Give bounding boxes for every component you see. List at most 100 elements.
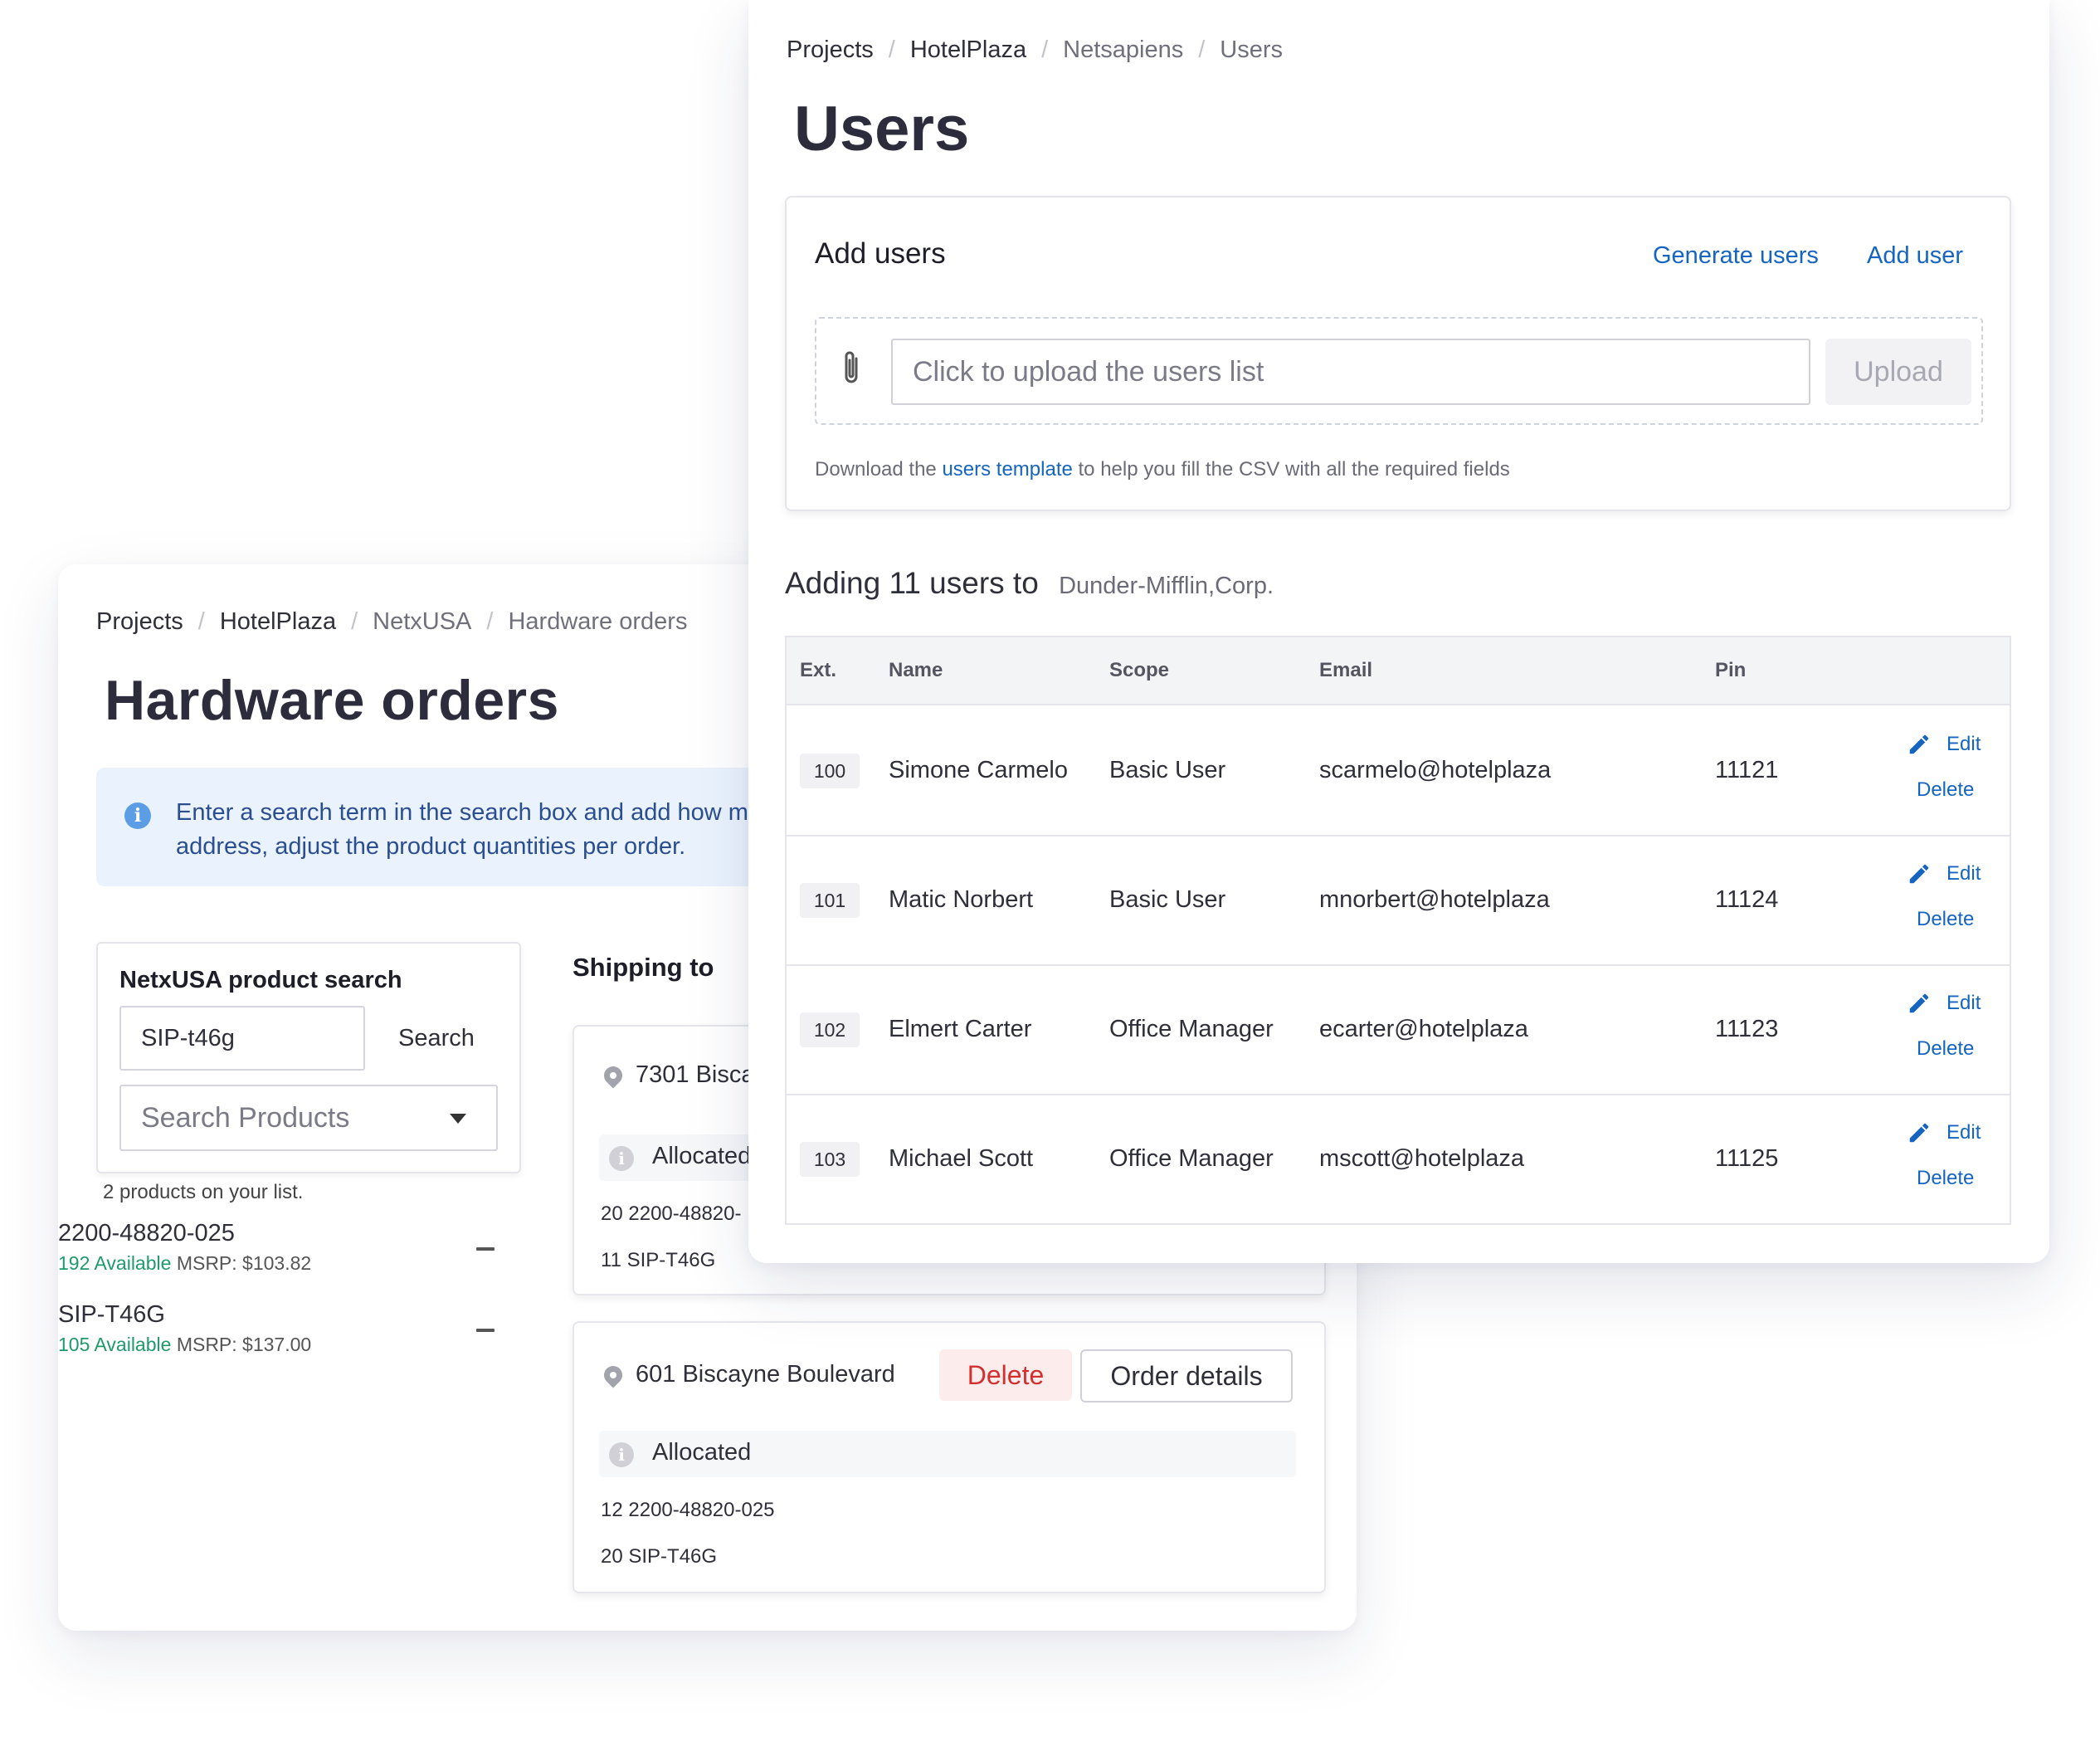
item-sku: 2200-48820-: [628, 1202, 742, 1225]
user-scope: Basic User: [1109, 886, 1226, 913]
edit-label: Edit: [1947, 1121, 1981, 1144]
breadcrumb-netxusa[interactable]: NetxUSA: [373, 608, 471, 636]
shipment-line-item: 20 SIP-T46G: [601, 1545, 717, 1568]
shipment-address: 601 Biscayne Boulevard: [636, 1361, 895, 1388]
item-sku: SIP-T46G: [628, 1545, 718, 1568]
availability: 192 Available: [58, 1252, 172, 1274]
upload-users-input[interactable]: Click to upload the users list: [891, 339, 1810, 405]
breadcrumb-separator: /: [1198, 37, 1206, 63]
breadcrumb: Projects / HotelPlaza / NetxUSA / Hardwa…: [96, 608, 687, 636]
item-sku: SIP-T46G: [626, 1249, 716, 1271]
item-qty: 11: [601, 1249, 621, 1271]
ext-badge: 100: [800, 754, 860, 788]
info-icon: i: [609, 1146, 634, 1171]
ext-badge: 102: [800, 1012, 860, 1047]
breadcrumb-users: Users: [1220, 37, 1284, 63]
user-name: Elmert Carter: [889, 1016, 1032, 1042]
column-scope: Scope: [1109, 659, 1170, 681]
breadcrumb-hotelplaza[interactable]: HotelPlaza: [910, 37, 1026, 64]
user-name: Matic Norbert: [889, 886, 1034, 913]
product-search-input[interactable]: SIP-t46g: [119, 1006, 365, 1071]
breadcrumb-projects[interactable]: Projects: [787, 37, 874, 64]
info-icon: i: [124, 802, 151, 829]
generate-users-link[interactable]: Generate users: [1653, 242, 1819, 270]
delete-order-button[interactable]: Delete: [939, 1349, 1072, 1401]
pencil-icon: [1909, 1123, 1929, 1143]
note-text: to help you fill the CSV with all the re…: [1072, 458, 1510, 480]
user-name: Simone Carmelo: [889, 757, 1068, 783]
order-details-button[interactable]: Order details: [1080, 1349, 1293, 1402]
users-template-link[interactable]: users template: [942, 458, 1072, 480]
product-search-title: NetxUSA product search: [119, 967, 402, 993]
breadcrumb: Projects / HotelPlaza / Netsapiens / Use…: [787, 37, 1283, 64]
paperclip-icon: [845, 351, 858, 383]
table-row: 103 Michael Scott Office Manager mscott@…: [787, 1094, 2010, 1223]
shipping-title: Shipping to: [573, 953, 714, 982]
column-ext: Ext.: [800, 659, 837, 681]
breadcrumb-netsapiens[interactable]: Netsapiens: [1063, 37, 1183, 64]
search-button[interactable]: Search: [398, 1006, 475, 1071]
user-email: ecarter@hotelplaza: [1319, 1016, 1528, 1042]
edit-label: Edit: [1947, 733, 1981, 755]
delete-button[interactable]: Delete: [1917, 1037, 1974, 1061]
edit-label: Edit: [1947, 992, 1981, 1014]
search-products-select[interactable]: Search Products: [119, 1085, 498, 1151]
breadcrumb-projects[interactable]: Projects: [96, 608, 183, 636]
adding-corp: Dunder-Mifflin,Corp.: [1059, 573, 1274, 599]
info-icon: i: [609, 1442, 634, 1467]
table-row: 102 Elmert Carter Office Manager ecarter…: [787, 964, 2010, 1095]
item-qty: 20: [601, 1545, 623, 1568]
product-list-count: 2 products on your list.: [103, 1181, 304, 1203]
availability: 105 Available: [58, 1334, 172, 1355]
delete-button[interactable]: Delete: [1917, 908, 1974, 931]
pencil-icon: [1909, 864, 1929, 884]
breadcrumb-separator: /: [197, 608, 205, 635]
product-name: SIP-T46G: [58, 1301, 165, 1328]
map-pin-icon: [600, 1362, 626, 1388]
user-email: mscott@hotelplaza: [1319, 1145, 1525, 1172]
shipment-card: 601 Biscayne Boulevard Delete Order deta…: [573, 1321, 1326, 1593]
status-text: Allocated: [652, 1439, 752, 1466]
upload-button[interactable]: Upload: [1825, 339, 1971, 405]
add-user-link[interactable]: Add user: [1867, 242, 1963, 270]
allocation-status: i Allocated: [599, 1431, 1296, 1477]
shipment-line-item: 11 SIP-T46G: [601, 1249, 715, 1272]
add-users-title: Add users: [815, 237, 946, 270]
item-sku: 2200-48820-025: [628, 1499, 775, 1521]
user-scope: Office Manager: [1109, 1016, 1274, 1042]
item-qty: 20: [601, 1202, 623, 1225]
column-name: Name: [889, 659, 943, 681]
item-qty: 12: [601, 1499, 623, 1521]
user-scope: Basic User: [1109, 757, 1226, 783]
breadcrumb-hardware-orders: Hardware orders: [508, 608, 688, 635]
user-email: scarmelo@hotelplaza: [1319, 757, 1552, 783]
shipment-line-item: 20 2200-48820-: [601, 1202, 742, 1226]
table-row: 100 Simone Carmelo Basic User scarmelo@h…: [787, 705, 2010, 837]
minus-icon[interactable]: [476, 1247, 495, 1251]
breadcrumb-hotelplaza[interactable]: HotelPlaza: [220, 608, 336, 636]
minus-icon[interactable]: [476, 1329, 495, 1332]
delete-button[interactable]: Delete: [1917, 778, 1974, 802]
pencil-icon: [1909, 734, 1929, 754]
page-title: Hardware orders: [105, 669, 559, 732]
edit-button[interactable]: Edit: [1907, 732, 1981, 757]
edit-button[interactable]: Edit: [1907, 861, 1981, 886]
user-scope: Office Manager: [1109, 1145, 1274, 1172]
upload-dropzone[interactable]: Click to upload the users list Upload: [815, 317, 1983, 425]
ext-badge: 101: [800, 883, 860, 918]
msrp: MSRP: $103.82: [176, 1252, 312, 1274]
product-meta: 105 Available MSRP: $137.00: [58, 1334, 311, 1356]
table-row: 101 Matic Norbert Basic User mnorbert@ho…: [787, 835, 2010, 966]
delete-button[interactable]: Delete: [1917, 1167, 1974, 1190]
edit-button[interactable]: Edit: [1907, 991, 1981, 1016]
edit-button[interactable]: Edit: [1907, 1120, 1981, 1145]
adding-heading: Adding 11 users to Dunder-Mifflin,Corp.: [785, 566, 1274, 601]
product-meta: 192 Available MSRP: $103.82: [58, 1252, 311, 1275]
shipment-address: 7301 Bisca: [636, 1061, 755, 1088]
add-users-card: Add users Generate users Add user Click …: [785, 196, 2011, 511]
edit-label: Edit: [1947, 862, 1981, 885]
user-email: mnorbert@hotelplaza: [1319, 886, 1550, 913]
list-item: 2200-48820-025 192 Available MSRP: $103.…: [58, 1220, 311, 1275]
user-pin: 11123: [1715, 1016, 1779, 1042]
page-title: Users: [794, 94, 970, 164]
